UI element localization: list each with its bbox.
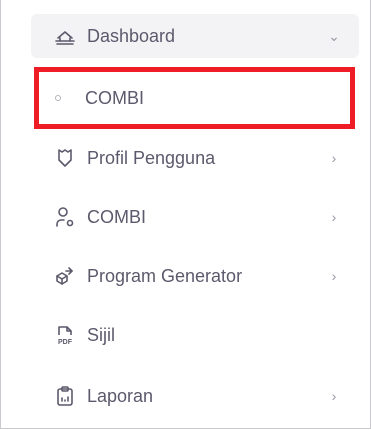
circle-bullet-icon bbox=[55, 95, 61, 101]
chevron-right-icon: › bbox=[331, 268, 337, 284]
smart-home-icon bbox=[53, 24, 77, 48]
chevron-down-icon: ⌄ bbox=[328, 27, 340, 44]
menu-label-profil-pengguna: Profil Pengguna bbox=[87, 147, 216, 168]
chevron-right-icon: › bbox=[331, 150, 337, 166]
menu-item-sijil[interactable]: PDF Sijil bbox=[31, 313, 359, 357]
menu-label-sijil: Sijil bbox=[87, 324, 116, 345]
sidebar-menu: Dashboard ⌄ COMBI Profil Pengguna › COMB… bbox=[0, 0, 371, 429]
menu-label-combi: COMBI bbox=[87, 206, 147, 227]
svg-text:PDF: PDF bbox=[58, 339, 73, 346]
menu-item-program-generator[interactable]: Program Generator › bbox=[31, 254, 359, 298]
user-cog-icon bbox=[53, 205, 77, 229]
pdf-file-icon: PDF bbox=[53, 323, 77, 347]
menu-label-dashboard: Dashboard bbox=[87, 25, 176, 46]
menu-item-combi[interactable]: COMBI › bbox=[31, 195, 359, 239]
submenu-label-combi: COMBI bbox=[85, 87, 145, 108]
menu-label-program-generator: Program Generator bbox=[87, 265, 243, 286]
shield-icon bbox=[53, 146, 77, 170]
menu-item-dashboard[interactable]: Dashboard ⌄ bbox=[31, 14, 359, 58]
menu-item-laporan[interactable]: Laporan › bbox=[31, 374, 359, 418]
menu-label-laporan: Laporan bbox=[87, 385, 154, 406]
menu-item-profil-pengguna[interactable]: Profil Pengguna › bbox=[31, 136, 359, 180]
chevron-right-icon: › bbox=[331, 388, 337, 404]
submenu-item-combi-highlighted[interactable]: COMBI bbox=[34, 67, 355, 129]
clipboard-report-icon bbox=[53, 384, 77, 408]
chevron-right-icon: › bbox=[331, 209, 337, 225]
cube-send-icon bbox=[53, 264, 77, 288]
